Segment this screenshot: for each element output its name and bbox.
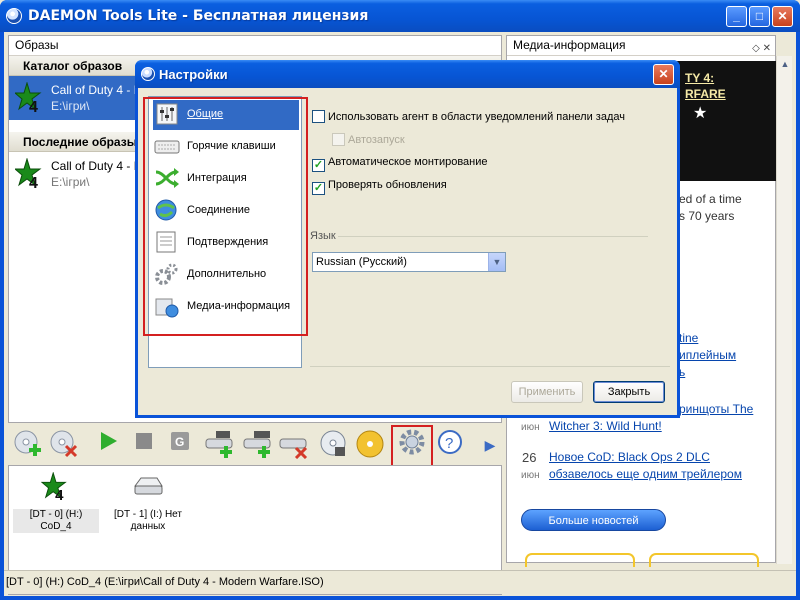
yellow-tile-right[interactable] [649,553,759,567]
close-icon[interactable]: ✕ [763,43,771,54]
news-link-cod-2[interactable]: обзавелось еще одним трейлером [549,467,742,481]
media-panel-title: Медиа-информация [513,38,626,52]
close-dialog-button[interactable]: Закрыть [593,381,665,403]
promo-line-2: RFARE [685,87,726,101]
settings-bottom-divider [310,366,670,367]
check-updates-checkbox[interactable]: ✓ [312,182,325,195]
help-icon[interactable]: ? [434,429,466,461]
play-icon[interactable] [92,429,124,461]
main-toolbar: G ? ▶ [8,425,502,467]
cod4-drive-icon: 4 [40,471,67,504]
empty-drive-icon [134,477,163,495]
add-image-icon[interactable] [12,429,44,461]
panel-header-buttons[interactable]: ◇ ✕ [752,39,771,58]
news-date: 26 [522,450,537,465]
yellow-tile-left[interactable] [525,553,635,567]
media-text-1: ed of a time [679,192,742,206]
option-check-updates[interactable]: ✓ Проверять обновления [312,179,447,195]
drive-label-line-1: [DT - 1] (I:) Нет [114,509,182,520]
settings-title-bar[interactable]: Настройки ✕ [135,60,680,88]
chevron-down-icon[interactable]: ▼ [488,253,505,271]
more-news-button[interactable]: Больше новостей [521,509,666,531]
settings-body: Общие Горячие клавиши Интеграция Соедине… [138,88,677,415]
auto-mount-checkbox[interactable]: ✓ [312,159,325,172]
settings-title: Настройки [159,67,228,82]
drive-dt-0[interactable]: 4 [DT - 0] (H:) CoD_4 [13,471,99,533]
media-link-2[interactable]: иплейным [679,348,736,362]
disc-icon[interactable] [354,429,386,461]
svg-text:4: 4 [55,487,64,502]
tray-agent-checkbox[interactable] [312,110,325,123]
option-label: Автозапуск [348,134,405,146]
svg-text:?: ? [445,435,453,452]
drive-label: [DT - 1] (I:) Нет данных [105,509,191,533]
apply-button[interactable]: Применить [511,381,583,403]
maximize-button[interactable]: □ [749,6,770,27]
settings-dialog: Настройки ✕ Общие Горячие клавиши Интегр… [135,60,680,418]
option-label: Проверять обновления [328,179,447,191]
status-bar: [DT - 0] (H:) CoD_4 (E:\ігри\Call of Dut… [4,570,796,594]
title-bar[interactable]: DAEMON Tools Lite - Бесплатная лицензия … [0,0,800,32]
images-panel-header: Образы [9,36,501,56]
settings-dialog-icon [141,67,155,81]
autostart-checkbox[interactable] [332,133,345,146]
refresh-icon[interactable]: G [164,429,196,461]
option-auto-mount[interactable]: ✓ Автоматическое монтирование [312,156,488,172]
window-title: DAEMON Tools Lite - Бесплатная лицензия [28,8,369,24]
settings-icon [399,429,425,455]
add-scsi-drive-icon[interactable] [242,429,274,461]
drive-label: [DT - 0] (H:) CoD_4 [13,509,99,533]
media-scrollbar[interactable]: ▲ [776,56,792,564]
svg-text:4: 4 [29,175,38,190]
language-label: Язык [310,230,336,242]
news-month: июн [521,422,540,433]
media-link-1[interactable]: tine [679,331,698,345]
language-select[interactable]: Russian (Русский) ▼ [312,252,506,272]
drive-label-line-2: CoD_4 [40,521,72,532]
nav-highlight-box [143,97,308,336]
minimize-button[interactable]: _ [726,6,747,27]
stop-icon[interactable] [128,429,160,461]
close-button[interactable]: ✕ [772,6,793,27]
add-dt-drive-icon[interactable] [204,429,236,461]
cod4-image-icon: 4 [15,158,42,190]
burn-icon[interactable] [318,429,350,461]
media-panel-header: Медиа-информация ◇ ✕ [507,36,775,56]
more-icon[interactable]: ▶ [482,429,498,461]
remove-drive-icon[interactable] [278,429,310,461]
news-link-witcher-2[interactable]: Witcher 3: Wild Hunt! [549,419,662,433]
svg-text:4: 4 [29,99,38,114]
cod4-image-icon: 4 [15,82,42,114]
star-icon: ★ [693,105,708,122]
option-label: Использовать агент в области уведомлений… [328,111,625,123]
remove-image-icon[interactable] [48,429,80,461]
swap-icon[interactable]: ◇ [752,43,760,54]
daemon-tools-app-icon [6,8,22,24]
option-autostart[interactable]: Автозапуск [332,133,405,146]
svg-text:G: G [175,435,184,449]
news-link-cod-1[interactable]: Новое CoD: Black Ops 2 DLC [549,450,710,464]
option-label: Автоматическое монтирование [328,156,488,168]
language-divider [338,236,648,237]
option-tray-agent[interactable]: Использовать агент в области уведомлений… [312,110,625,123]
drive-dt-1[interactable]: [DT - 1] (I:) Нет данных [105,472,191,533]
promo-line-1: TY 4: [685,71,715,85]
media-text-2: s 70 years [679,209,735,223]
news-link-witcher-1[interactable]: ринщоты The [679,402,753,416]
drive-label-line-1: [DT - 0] (H:) [29,509,83,520]
settings-button[interactable] [391,425,433,467]
settings-close-button[interactable]: ✕ [653,64,674,85]
news-month: июн [521,470,540,481]
language-value: Russian (Русский) [316,256,407,268]
drive-label-line-2: данных [130,521,166,532]
scroll-up-icon[interactable]: ▲ [777,56,793,72]
